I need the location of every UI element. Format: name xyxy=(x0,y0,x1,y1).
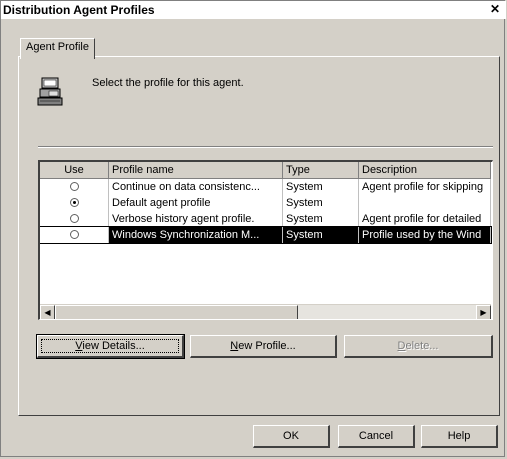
description-cell xyxy=(359,195,491,211)
cancel-button[interactable]: Cancel xyxy=(338,425,415,448)
instruction-text: Select the profile for this agent. xyxy=(92,77,244,89)
view-details-button[interactable]: View Details... xyxy=(36,334,185,359)
use-radio[interactable] xyxy=(70,230,79,239)
type-cell: System xyxy=(283,227,359,243)
description-cell: Agent profile for skipping xyxy=(359,179,491,195)
horizontal-scrollbar[interactable]: ◀ ▶ xyxy=(40,304,491,319)
scroll-thumb[interactable] xyxy=(55,305,298,319)
profile-name-cell: Continue on data consistenc... xyxy=(109,179,283,195)
use-cell[interactable] xyxy=(40,227,109,243)
table-row-selected[interactable]: Windows Synchronization M... System Prof… xyxy=(40,226,492,244)
window-title: Distribution Agent Profiles xyxy=(3,3,155,17)
arrow-right-icon[interactable]: ▶ xyxy=(476,305,491,319)
profile-name-cell: Default agent profile xyxy=(109,195,283,211)
dialog-window: Distribution Agent Profiles ✕ Agent Prof… xyxy=(0,0,506,457)
column-header-description[interactable]: Description xyxy=(359,162,491,179)
delete-button[interactable]: Delete... xyxy=(344,335,493,358)
profiles-grid[interactable]: Use Profile name Type Description Contin… xyxy=(38,160,493,320)
description-cell: Profile used by the Wind xyxy=(359,227,491,243)
agent-computer-icon xyxy=(37,77,63,106)
focus-rect xyxy=(41,339,179,353)
table-row[interactable]: Default agent profile System xyxy=(40,195,491,211)
close-icon[interactable]: ✕ xyxy=(488,2,502,16)
type-cell: System xyxy=(283,179,359,195)
type-cell: System xyxy=(283,211,359,227)
table-row[interactable]: Verbose history agent profile. System Ag… xyxy=(40,211,491,227)
description-cell: Agent profile for detailed xyxy=(359,211,491,227)
ok-button[interactable]: OK xyxy=(253,425,330,448)
type-cell: System xyxy=(283,195,359,211)
use-radio[interactable] xyxy=(70,214,79,223)
profile-name-cell: Verbose history agent profile. xyxy=(109,211,283,227)
use-radio[interactable] xyxy=(70,198,79,207)
new-profile-button[interactable]: New Profile... xyxy=(190,335,337,358)
column-header-profile-name[interactable]: Profile name xyxy=(109,162,283,179)
arrow-left-icon[interactable]: ◀ xyxy=(40,305,55,319)
separator xyxy=(38,146,493,148)
use-cell[interactable] xyxy=(40,195,109,211)
column-header-use[interactable]: Use xyxy=(40,162,109,179)
column-header-type[interactable]: Type xyxy=(283,162,359,179)
button-label: elete... xyxy=(405,340,439,352)
button-label: ew Profile... xyxy=(238,340,296,352)
profile-name-cell: Windows Synchronization M... xyxy=(109,227,283,243)
table-row[interactable]: Continue on data consistenc... System Ag… xyxy=(40,179,491,195)
title-bar: Distribution Agent Profiles ✕ xyxy=(1,1,506,19)
use-radio[interactable] xyxy=(70,182,79,191)
help-button[interactable]: Help xyxy=(421,425,498,448)
use-cell[interactable] xyxy=(40,211,109,227)
tab-agent-profile[interactable]: Agent Profile xyxy=(20,38,95,59)
use-cell[interactable] xyxy=(40,179,109,195)
